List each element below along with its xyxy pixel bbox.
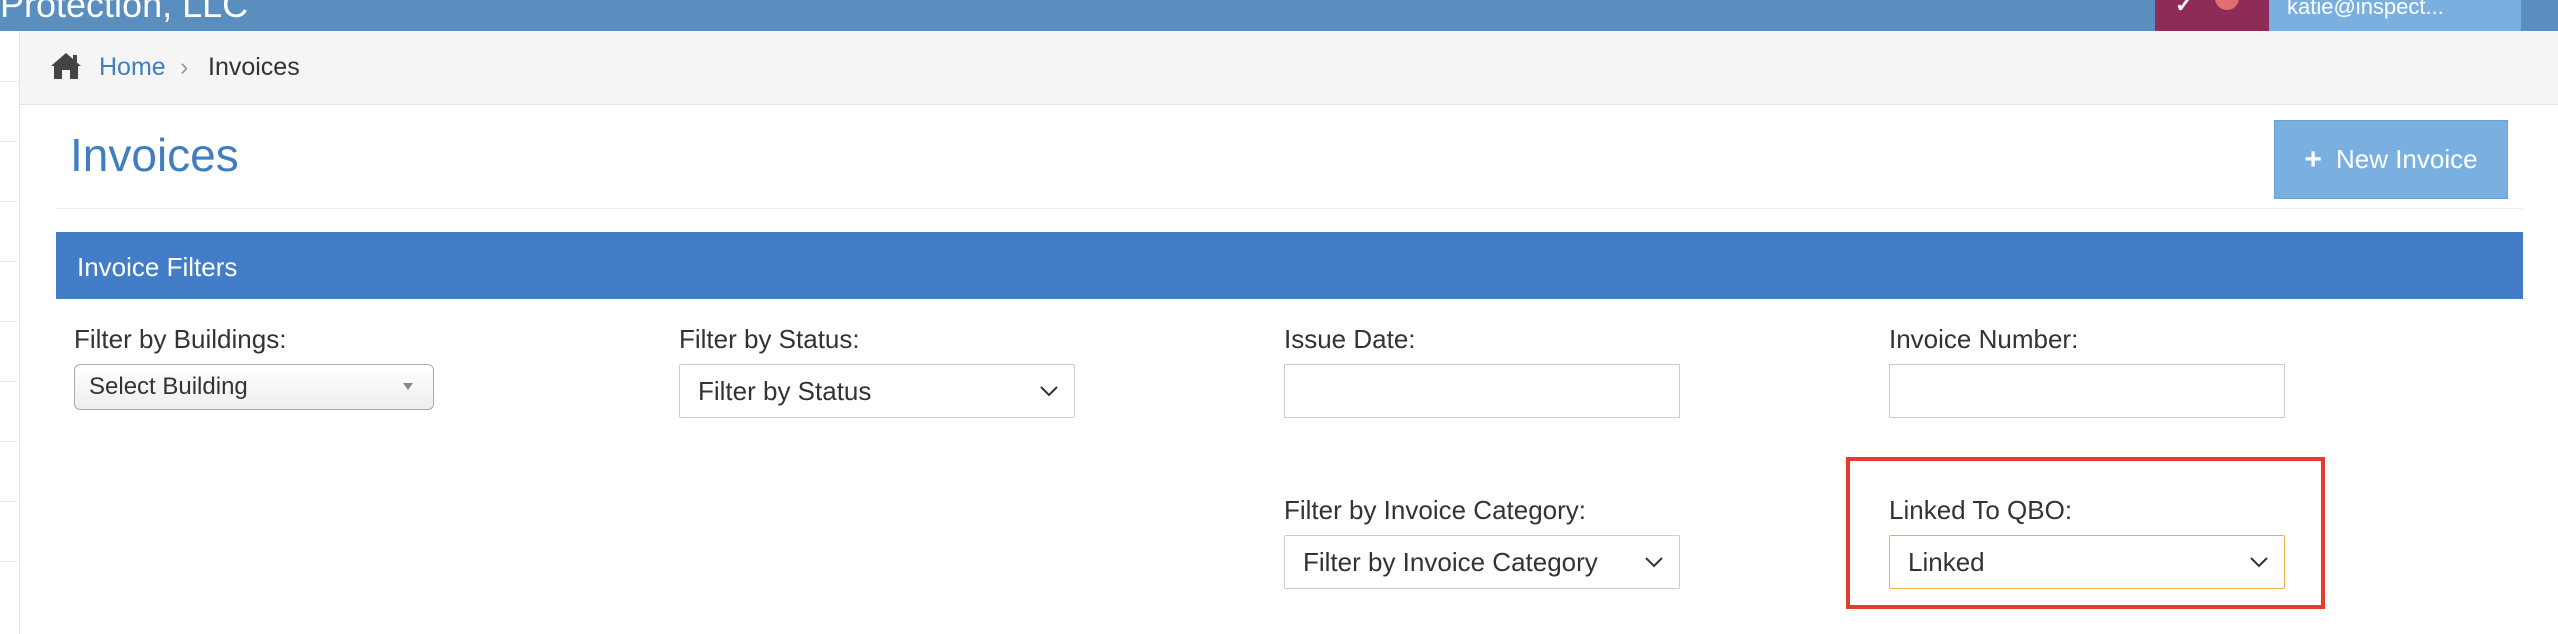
rail-divider <box>0 141 19 142</box>
left-sidebar-rail <box>0 31 20 634</box>
category-filter-label: Filter by Invoice Category: <box>1284 495 1587 525</box>
issue-date-label: Issue Date: <box>1284 324 1416 354</box>
rail-divider <box>0 201 19 202</box>
plus-icon: + <box>2304 142 2322 176</box>
page-title: Invoices <box>70 129 239 181</box>
rail-divider <box>0 381 19 382</box>
rail-divider <box>0 261 19 262</box>
breadcrumb: Home › Invoices <box>20 31 2558 105</box>
new-invoice-button[interactable]: + New Invoice <box>2274 120 2508 199</box>
breadcrumb-current: Invoices <box>208 53 300 81</box>
panel-title: Invoice Filters <box>77 252 238 282</box>
category-filter-select[interactable]: Filter by Invoice Category <box>1284 535 1680 589</box>
status-filter-value: Filter by Status <box>698 375 872 406</box>
rail-divider <box>0 501 19 502</box>
status-filter-label: Filter by Status: <box>679 324 860 354</box>
rail-divider <box>0 441 19 442</box>
top-navbar: Protection, LLC ✓ katie@inspect... <box>0 0 2558 31</box>
chevron-down-icon <box>1040 386 1058 397</box>
buildings-filter-select[interactable]: Select Building <box>74 364 434 410</box>
notifications-area[interactable]: ✓ <box>2155 0 2269 31</box>
buildings-filter-value: Select Building <box>89 373 248 400</box>
notification-icon[interactable]: ✓ <box>2175 0 2193 18</box>
breadcrumb-separator: › <box>180 53 189 81</box>
qbo-filter-select[interactable]: Linked <box>1889 535 2285 589</box>
buildings-filter-label: Filter by Buildings: <box>74 324 287 354</box>
brand-name[interactable]: Protection, LLC <box>0 0 248 26</box>
category-filter-value: Filter by Invoice Category <box>1303 546 1598 577</box>
home-icon[interactable] <box>50 51 82 81</box>
chevron-down-icon <box>2250 557 2268 568</box>
invoice-filters-heading: Invoice Filters <box>56 232 2523 299</box>
invoice-number-input[interactable] <box>1889 364 2285 418</box>
issue-date-input[interactable] <box>1284 364 1680 418</box>
caret-down-icon <box>403 383 413 390</box>
header-divider <box>56 208 2523 209</box>
rail-divider <box>0 81 19 82</box>
rail-divider <box>0 321 19 322</box>
status-filter-select[interactable]: Filter by Status <box>679 364 1075 418</box>
qbo-filter-label: Linked To QBO: <box>1889 495 2073 525</box>
qbo-filter-value: Linked <box>1908 546 1985 577</box>
breadcrumb-home-link[interactable]: Home <box>99 53 166 82</box>
new-invoice-label: New Invoice <box>2335 144 2478 174</box>
rail-divider <box>0 561 19 562</box>
user-menu[interactable]: katie@inspect... <box>2269 0 2521 31</box>
notification-badge-icon <box>2215 0 2239 10</box>
invoice-number-label: Invoice Number: <box>1889 324 2079 354</box>
user-email[interactable]: katie@inspect... <box>2287 0 2444 20</box>
chevron-down-icon <box>1645 557 1663 568</box>
